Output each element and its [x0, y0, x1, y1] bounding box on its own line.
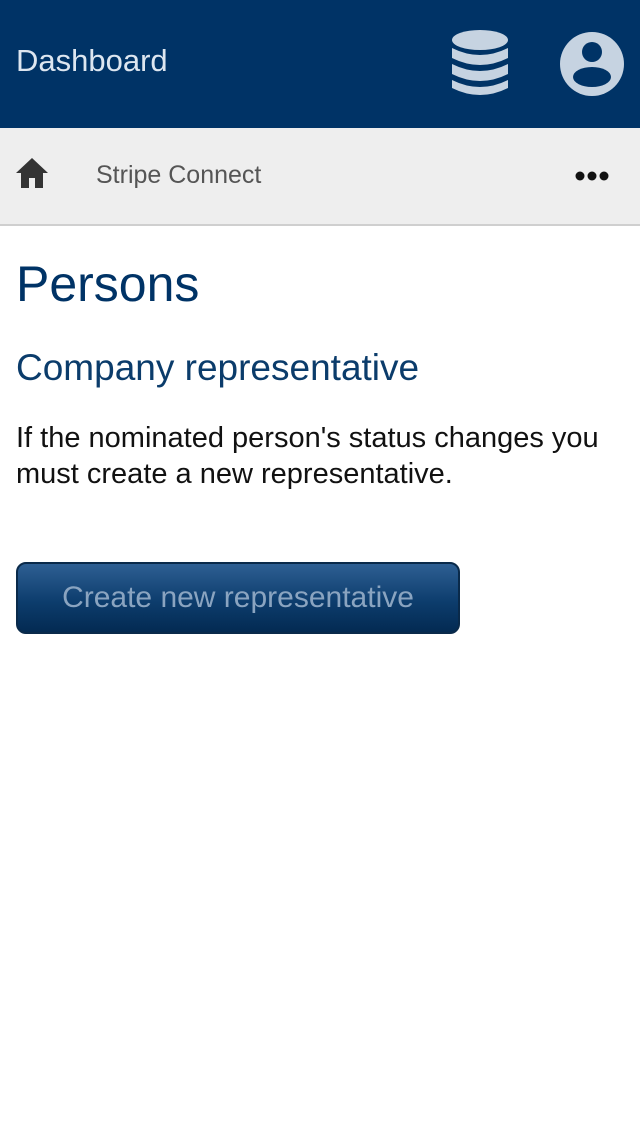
breadcrumb-stripe-connect[interactable]: Stripe Connect: [96, 160, 261, 190]
more-horizontal-icon[interactable]: [572, 166, 612, 186]
home-icon[interactable]: [14, 156, 50, 190]
breadcrumb-bar: Stripe Connect: [0, 128, 640, 226]
create-new-representative-button[interactable]: Create new representative: [16, 562, 460, 634]
representative-description: If the nominated person's status changes…: [16, 422, 599, 490]
top-app-bar: Dashboard: [0, 0, 640, 128]
user-circle-icon[interactable]: [558, 30, 626, 98]
database-icon[interactable]: [448, 28, 512, 100]
page-title: Persons: [16, 256, 200, 312]
section-title: Company representative: [16, 347, 420, 388]
app-title[interactable]: Dashboard: [16, 42, 168, 80]
main-content: Persons Company representative If the no…: [16, 226, 624, 492]
